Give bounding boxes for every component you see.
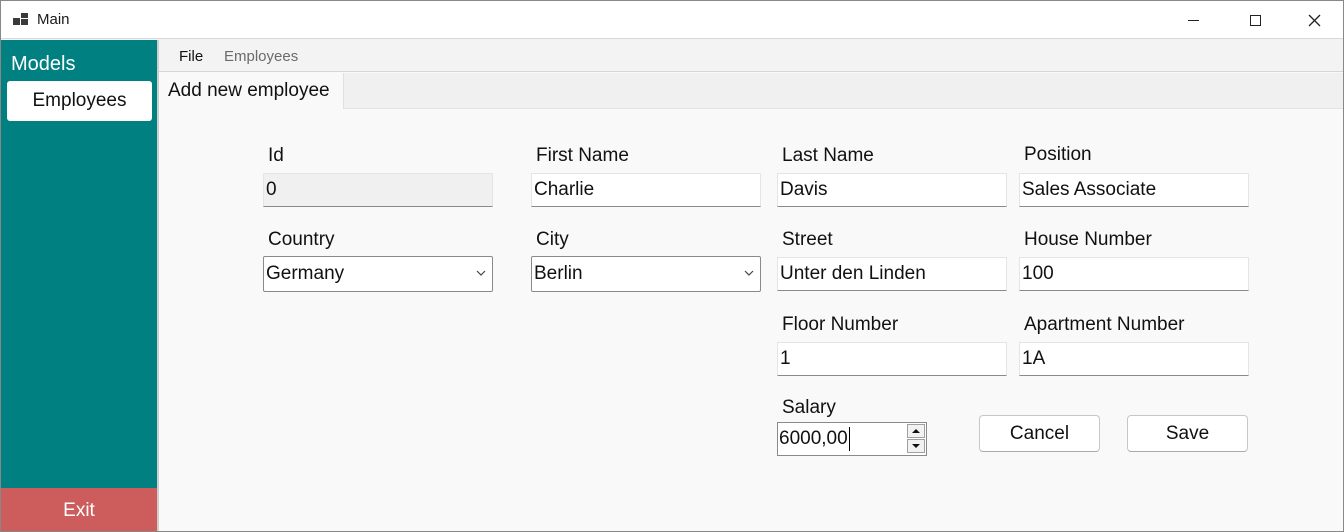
country-label: Country [268,229,335,250]
sidebar-item-employees[interactable]: Employees [7,81,152,121]
house-number-field[interactable]: 100 [1019,257,1249,291]
floor-number-label: Floor Number [782,314,899,335]
tab-strip: Add new employee [161,73,1343,109]
close-icon [1308,14,1320,26]
window-title: Main [37,11,70,28]
last-name-field[interactable]: Davis [777,173,1007,207]
exit-button[interactable]: Exit [1,488,157,531]
salary-increment-button[interactable] [907,424,925,438]
app-icon [13,12,29,26]
menu-bar: File Employees [159,40,1343,72]
minimize-button[interactable] [1164,1,1222,39]
cancel-button[interactable]: Cancel [979,415,1100,452]
salary-value: 6000,00 [779,428,848,449]
city-select-value: Berlin [534,263,583,284]
floor-number-field[interactable]: 1 [777,342,1007,376]
chevron-down-icon [476,270,486,276]
minimize-icon [1187,19,1199,21]
id-label: Id [268,145,284,166]
city-select[interactable]: Berlin [531,256,761,292]
sidebar: Models Employees Exit [1,40,157,531]
main-window: Main Models Employees Exit File Employee… [0,0,1344,532]
exit-button-label: Exit [63,499,95,521]
chevron-down-icon [912,444,920,448]
position-label: Position [1024,144,1092,165]
apartment-number-label: Apartment Number [1024,314,1185,335]
menu-employees[interactable]: Employees [224,48,298,65]
salary-decrement-button[interactable] [907,439,925,453]
cancel-button-label: Cancel [1009,422,1070,444]
apartment-number-field[interactable]: 1A [1019,342,1249,376]
employee-form: Id 0 First Name Charlie Last Name Davis … [161,109,1343,531]
country-select[interactable]: Germany [263,256,493,292]
sidebar-item-label: Employees [32,90,127,111]
maximize-button[interactable] [1226,1,1284,39]
chevron-up-icon [912,429,920,433]
tab-label: Add new employee [168,80,330,101]
country-select-value: Germany [266,263,345,284]
maximize-icon [1249,14,1261,26]
save-button-label: Save [1165,422,1210,444]
last-name-label: Last Name [782,145,874,166]
save-button[interactable]: Save [1127,415,1248,452]
first-name-label: First Name [536,145,629,166]
street-field[interactable]: Unter den Linden [777,257,1007,291]
first-name-field[interactable]: Charlie [531,173,761,207]
street-label: Street [782,229,833,250]
close-button[interactable] [1285,1,1343,39]
position-field[interactable]: Sales Associate [1019,173,1249,207]
title-bar[interactable]: Main [1,1,1343,39]
salary-numeric-input[interactable]: 6000,00 [777,422,927,456]
city-label: City [536,229,569,250]
tab-add-new-employee[interactable]: Add new employee [161,73,344,109]
chevron-down-icon [744,270,754,276]
id-field: 0 [263,173,493,207]
text-caret [848,427,850,451]
salary-label: Salary [782,397,836,418]
main-area: File Employees Add new employee Id 0 Fir… [157,40,1343,531]
house-number-label: House Number [1024,229,1152,250]
menu-file[interactable]: File [179,48,203,65]
sidebar-title: Models [11,53,76,75]
